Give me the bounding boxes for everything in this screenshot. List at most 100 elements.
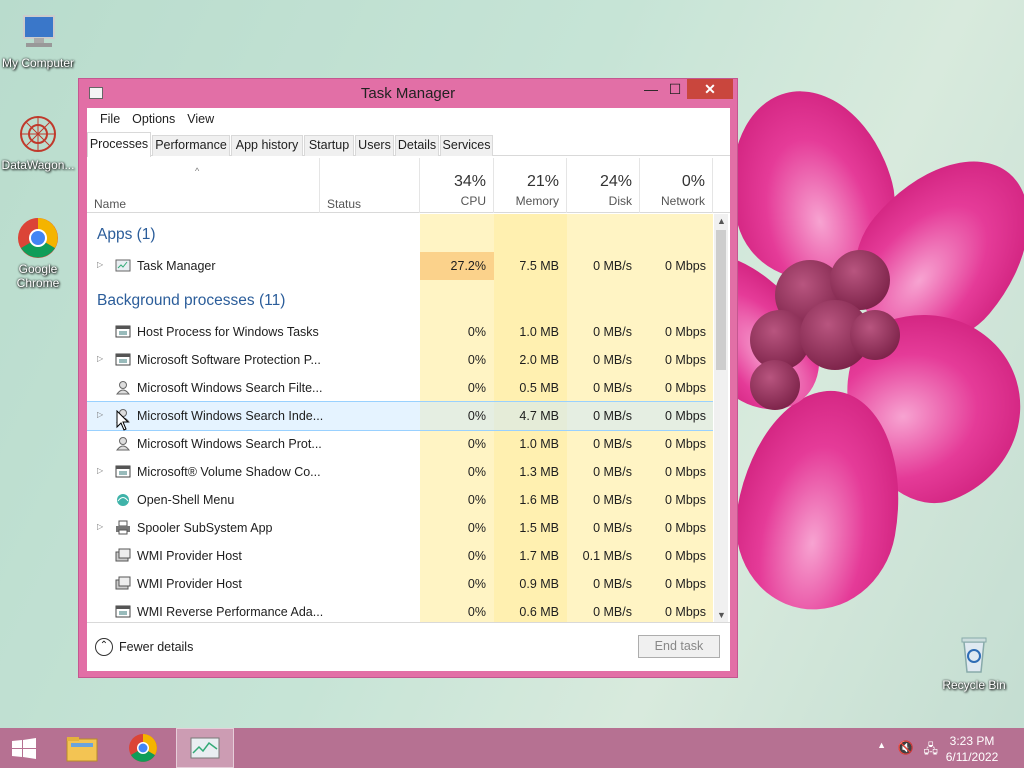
menu-options[interactable]: Options [126, 112, 181, 126]
search-user-icon [115, 436, 131, 451]
process-disk: 0 MB/s [593, 409, 632, 423]
process-name: WMI Provider Host [137, 577, 242, 591]
start-button[interactable] [0, 728, 56, 768]
scroll-thumb[interactable] [716, 230, 726, 370]
menu-bar: File Options View [87, 108, 730, 130]
process-row[interactable]: ▷ Microsoft Windows Search Inde... 0% 4.7 M… [87, 401, 713, 431]
clock[interactable]: 3:23 PM 6/11/2022 [942, 734, 1002, 764]
chevron-up-icon: ⌃ [95, 638, 113, 656]
expand-chevron-icon[interactable]: ▷ [97, 260, 103, 269]
menu-view[interactable]: View [181, 112, 220, 126]
window-app-icon [115, 604, 131, 619]
process-memory: 0.5 MB [519, 381, 559, 395]
tab-services[interactable]: Services [440, 135, 493, 156]
process-row[interactable]: ▷ Microsoft® Volume Shadow Co... 0% 1.3 MB 0… [87, 458, 713, 486]
search-user-icon [115, 380, 131, 395]
process-row[interactable]: WMI Provider Host 0% 0.9 MB 0 MB/s 0 Mbps [87, 570, 713, 598]
process-row[interactable]: Microsoft Windows Search Prot... 0% 1.0 MB… [87, 430, 713, 458]
tab-app-history[interactable]: App history [231, 135, 303, 156]
desktop-icon-label: DataWagon... [1, 158, 75, 172]
process-memory: 1.0 MB [519, 325, 559, 339]
column-header: ^ Name Status 34% CPU 21% Memory 24% Disk 0… [87, 158, 730, 213]
process-cpu: 0% [467, 381, 486, 395]
process-name: Microsoft Windows Search Inde... [137, 409, 324, 423]
tab-startup[interactable]: Startup [304, 135, 354, 156]
scroll-down-icon[interactable]: ▼ [717, 610, 726, 620]
volume-muted-icon[interactable]: 🔇 [898, 740, 914, 756]
column-memory[interactable]: 21% Memory [494, 158, 567, 213]
show-hidden-icons-icon[interactable]: ▲ [877, 740, 886, 750]
column-cpu[interactable]: 34% CPU [420, 158, 494, 213]
maximize-button[interactable]: ☐ [661, 79, 689, 99]
desktop-icon-google-chrome[interactable]: Google Chrome [0, 216, 76, 290]
process-memory: 4.7 MB [519, 409, 559, 423]
process-row[interactable]: Open-Shell Menu 0% 1.6 MB 0 MB/s 0 Mbps [87, 486, 713, 514]
process-row[interactable]: ▷ Spooler SubSystem App 0% 1.5 MB 0 MB/s 0 Mb… [87, 514, 713, 542]
process-row[interactable]: ▷ Microsoft Software Protection P... 0% 2.0… [87, 346, 713, 374]
fewer-details-button[interactable]: ⌃ Fewer details [95, 638, 193, 656]
process-network: 0 Mbps [665, 549, 706, 563]
menu-file[interactable]: File [94, 112, 126, 126]
process-memory: 1.7 MB [519, 549, 559, 563]
desktop-icon-recycle-bin[interactable]: Recycle Bin [936, 632, 1012, 692]
process-name: Microsoft Windows Search Filte... [137, 381, 323, 395]
title-bar[interactable]: Task Manager — ☐ ✕ [79, 79, 737, 107]
process-disk: 0 MB/s [593, 437, 632, 451]
process-row[interactable]: Host Process for Windows Tasks 0% 1.0 MB 0 … [87, 318, 713, 346]
process-network: 0 Mbps [665, 437, 706, 451]
expand-chevron-icon[interactable]: ▷ [97, 466, 103, 475]
process-disk: 0 MB/s [593, 577, 632, 591]
process-memory: 1.6 MB [519, 493, 559, 507]
start-icon [12, 738, 36, 759]
desktop-icon-datawagon[interactable]: DataWagon... [0, 112, 76, 172]
task-manager-icon [115, 258, 131, 273]
expand-chevron-icon[interactable]: ▷ [97, 354, 103, 363]
taskbar-chrome[interactable] [116, 728, 172, 768]
tab-details[interactable]: Details [395, 135, 439, 156]
process-row[interactable]: Microsoft Windows Search Filte... 0% 0.5 M… [87, 374, 713, 402]
scroll-up-icon[interactable]: ▲ [717, 216, 726, 226]
expand-chevron-icon[interactable]: ▷ [97, 522, 103, 531]
process-name: Host Process for Windows Tasks [137, 325, 319, 339]
desktop-icon-label: Recycle Bin [942, 678, 1006, 692]
recycle-bin-icon [952, 632, 996, 676]
expand-chevron-icon[interactable]: ▷ [97, 410, 103, 419]
taskbar-file-explorer[interactable] [56, 728, 112, 768]
datawagon-icon [16, 112, 60, 156]
process-memory: 1.5 MB [519, 521, 559, 535]
column-disk[interactable]: 24% Disk [567, 158, 640, 213]
fewer-details-label: Fewer details [119, 640, 194, 654]
process-disk: 0 MB/s [593, 605, 632, 619]
tab-processes[interactable]: Processes [87, 132, 151, 157]
shell-icon [115, 492, 131, 507]
process-row[interactable]: WMI Provider Host 0% 1.7 MB 0.1 MB/s 0 Mbps [87, 542, 713, 570]
taskbar-task-manager[interactable] [176, 728, 234, 768]
process-cpu: 0% [467, 409, 486, 423]
close-button[interactable]: ✕ [687, 79, 733, 99]
column-network[interactable]: 0% Network [640, 158, 713, 213]
desktop-icon-my-computer[interactable]: My Computer [0, 10, 76, 70]
network-icon[interactable]: 🖧 [924, 740, 939, 762]
process-memory: 0.9 MB [519, 577, 559, 591]
vertical-scrollbar[interactable]: ▲ ▼ [714, 214, 728, 622]
process-row-task-manager[interactable]: ▷ Task Manager 27.2% 7.5 MB 0 MB/s 0 Mbps [87, 252, 713, 280]
taskbar: ▲ 🔇 🖧 3:23 PM 6/11/2022 [0, 728, 1024, 768]
tab-performance[interactable]: Performance [152, 135, 230, 156]
window-app-icon [115, 352, 131, 367]
process-cpu: 0% [467, 353, 486, 367]
process-disk: 0 MB/s [593, 353, 632, 367]
process-memory: 7.5 MB [519, 259, 559, 273]
column-name[interactable]: Name [87, 158, 320, 213]
task-manager-window: Task Manager — ☐ ✕ File Options View Pro… [78, 78, 738, 678]
process-memory: 1.0 MB [519, 437, 559, 451]
computer-icon [16, 10, 60, 54]
process-network: 0 Mbps [665, 493, 706, 507]
process-disk: 0.1 MB/s [582, 549, 632, 563]
window-app-icon [115, 324, 131, 339]
process-network: 0 Mbps [665, 381, 706, 395]
tab-users[interactable]: Users [355, 135, 394, 156]
desktop-icon-label: My Computer [1, 56, 75, 70]
process-row[interactable]: WMI Reverse Performance Ada... 0% 0.6 MB 0 … [87, 598, 713, 622]
end-task-button[interactable]: End task [638, 635, 720, 658]
column-status[interactable]: Status [320, 158, 420, 213]
